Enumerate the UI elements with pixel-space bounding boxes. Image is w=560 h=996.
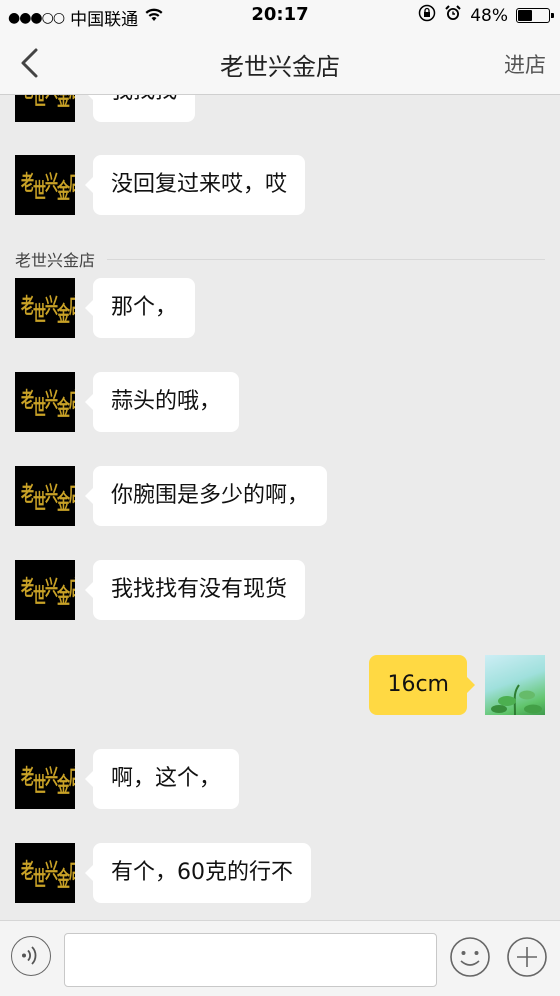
my-message-bubble[interactable]: 16cm	[369, 655, 475, 715]
my-avatar[interactable]	[485, 655, 545, 715]
divider	[107, 258, 545, 260]
shop-avatar[interactable]: 老世兴金店	[15, 95, 75, 122]
svg-text:店: 店	[69, 95, 75, 103]
nav-bar: 老世兴金店 进店	[0, 32, 560, 95]
voice-icon	[22, 946, 37, 965]
message-bubble[interactable]: 没回复过来哎，哎	[84, 155, 306, 215]
svg-text:老: 老	[20, 765, 34, 790]
message-input[interactable]	[64, 933, 437, 987]
shop-avatar[interactable]: 老世兴金店	[15, 843, 75, 903]
orientation-lock-icon	[418, 4, 436, 27]
svg-text:店: 店	[69, 482, 75, 507]
chat-message-list[interactable]: 老世兴金店 我找找 老世兴金店 没回复过来哎，哎 老世兴金店 老世兴金店 那个，…	[0, 95, 560, 920]
message-bubble[interactable]: 蒜头的哦，	[84, 372, 240, 432]
message-bubble[interactable]: 我找找	[84, 95, 196, 122]
emoji-button[interactable]	[449, 936, 491, 978]
battery-fill	[518, 10, 532, 21]
shop-avatar[interactable]: 老世兴金店	[15, 372, 75, 432]
svg-text:老: 老	[20, 576, 34, 601]
shop-logo-image: 老世兴金店	[20, 171, 75, 204]
alarm-icon	[444, 4, 462, 27]
svg-text:店: 店	[69, 171, 75, 196]
shop-logo-image: 老世兴金店	[20, 765, 75, 798]
shop-logo-image: 老世兴金店	[20, 859, 75, 892]
plant-photo-icon	[491, 684, 542, 715]
svg-text:老: 老	[20, 95, 34, 103]
enter-shop-button[interactable]: 进店	[504, 49, 546, 79]
shop-logo-image: 老世兴金店	[20, 294, 75, 327]
svg-text:老: 老	[20, 859, 34, 884]
svg-text:老: 老	[20, 294, 34, 319]
input-bar	[0, 920, 560, 996]
message-bubble[interactable]: 那个，	[84, 278, 196, 338]
svg-text:店: 店	[69, 388, 75, 413]
sender-name: 老世兴金店	[15, 251, 96, 270]
plus-icon	[507, 937, 547, 977]
svg-text:店: 店	[69, 294, 75, 319]
message-bubble[interactable]: 有个，60克的行不	[85, 843, 311, 903]
svg-text:老: 老	[20, 171, 34, 196]
shop-avatar[interactable]: 老世兴金店	[15, 466, 75, 526]
more-button[interactable]	[506, 936, 548, 978]
svg-text:店: 店	[69, 859, 75, 884]
svg-text:店: 店	[69, 576, 75, 601]
battery-icon	[516, 8, 554, 23]
shop-avatar[interactable]: 老世兴金店	[15, 560, 75, 620]
shop-avatar[interactable]: 老世兴金店	[15, 278, 75, 338]
shop-avatar[interactable]: 老世兴金店	[15, 749, 75, 809]
shop-logo-image: 老世兴金店	[20, 388, 75, 421]
message-bubble[interactable]: 我找找有没有现货	[84, 560, 306, 620]
shop-logo-image: 老世兴金店	[20, 95, 75, 111]
shop-logo-image: 老世兴金店	[20, 482, 75, 515]
shop-avatar[interactable]: 老世兴金店	[15, 155, 75, 215]
svg-text:店: 店	[69, 765, 75, 790]
shop-logo-image: 老世兴金店	[20, 576, 75, 609]
emoji-icon	[450, 937, 490, 977]
svg-text:老: 老	[20, 388, 34, 413]
voice-button[interactable]	[11, 936, 51, 976]
page-title: 老世兴金店	[220, 53, 340, 81]
message-bubble[interactable]: 啊，这个，	[84, 749, 240, 809]
status-bar: ●●●○○ 中国联通 20:17 48%	[0, 0, 560, 32]
message-bubble[interactable]: 你腕围是多少的啊，	[84, 466, 328, 526]
sender-name-divider: 老世兴金店	[15, 247, 545, 271]
battery-percent: 48%	[470, 5, 508, 26]
svg-text:老: 老	[20, 482, 34, 507]
